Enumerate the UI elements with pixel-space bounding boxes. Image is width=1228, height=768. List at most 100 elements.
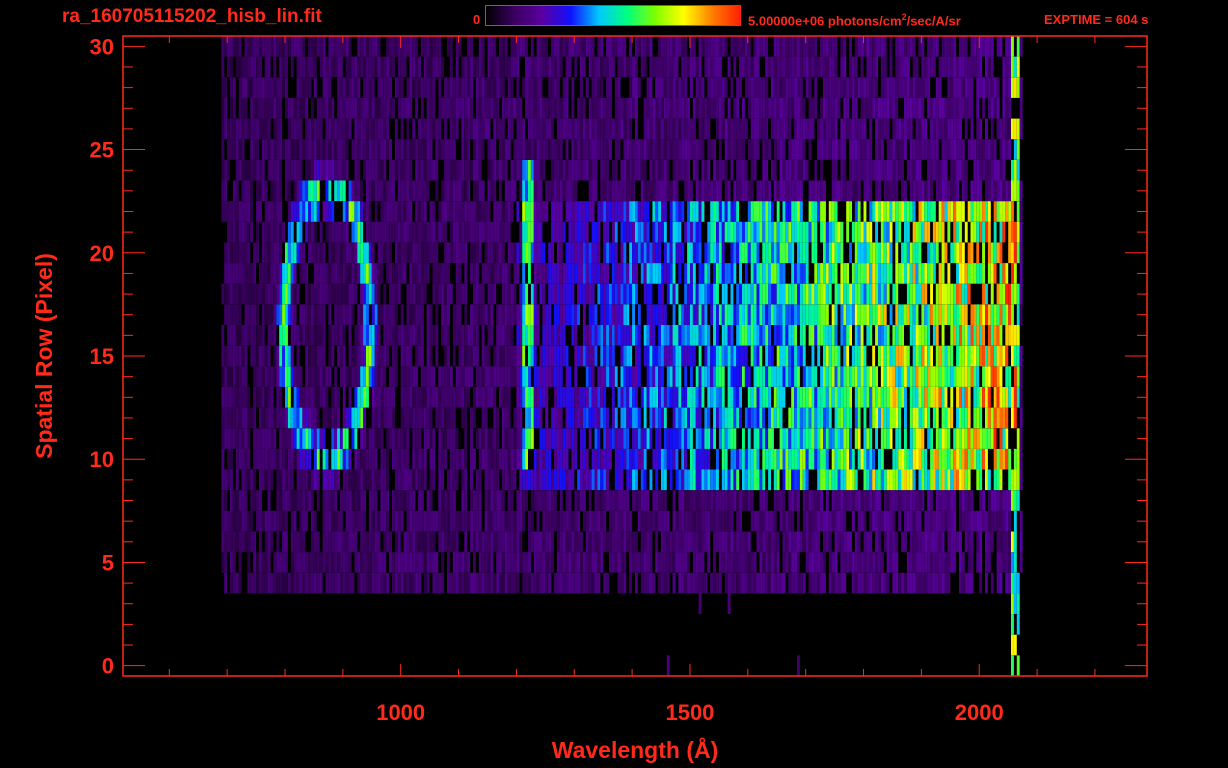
heatmap-cell (959, 572, 962, 594)
heatmap-cell (701, 325, 705, 346)
heatmap-cell (556, 634, 560, 656)
heatmap-cell (837, 510, 841, 532)
heatmap-cell (539, 552, 543, 573)
heatmap-cell (403, 490, 407, 511)
heatmap-cell (768, 325, 771, 346)
heatmap-cell (585, 572, 589, 594)
heatmap-cell (692, 490, 696, 511)
heatmap-cell (441, 634, 445, 656)
heatmap-cell (872, 387, 876, 408)
heatmap-cell (449, 614, 453, 635)
heatmap-cell (293, 614, 297, 635)
heatmap-cell (687, 572, 690, 594)
heatmap-cell (490, 614, 494, 635)
heatmap-cell (496, 201, 500, 222)
heatmap-cell (672, 221, 676, 243)
heatmap-cell (322, 304, 326, 325)
heatmap-cell (360, 593, 364, 614)
heatmap-cell (718, 490, 722, 511)
heatmap-cell (386, 531, 390, 553)
heatmap-cell (762, 387, 766, 408)
heatmap-cell (487, 221, 491, 243)
heatmap-cell (710, 387, 714, 408)
heatmap-cell (461, 572, 465, 594)
heatmap-cell (331, 510, 335, 532)
heatmap-cell (802, 407, 806, 429)
heatmap-cell (918, 510, 922, 532)
heatmap-cell (901, 448, 904, 470)
heatmap-cell (904, 572, 907, 594)
heatmap-cell (423, 593, 427, 614)
heatmap-cell (970, 263, 974, 284)
heatmap-cell (895, 221, 899, 243)
heatmap-cell (666, 325, 670, 346)
heatmap-cell (620, 572, 624, 594)
heatmap-cell (606, 448, 609, 470)
heatmap-cell (418, 614, 421, 635)
heatmap-cell (345, 366, 349, 387)
heatmap-cell (930, 345, 933, 367)
heatmap-cell (542, 345, 546, 367)
heatmap-cell (1013, 510, 1017, 532)
heatmap-cell (985, 531, 988, 553)
heatmap-cell (406, 387, 410, 408)
heatmap-cell (432, 593, 436, 614)
heatmap-cell (218, 490, 222, 511)
heatmap-cell (883, 510, 887, 532)
heatmap-cell (941, 469, 945, 491)
heatmap-cell (270, 304, 274, 325)
heatmap-cell (449, 221, 453, 243)
heatmap-cell (999, 283, 1003, 305)
heatmap-cell (290, 221, 294, 243)
heatmap-cell (987, 531, 991, 553)
heatmap-cell (392, 221, 395, 243)
heatmap-cell (588, 407, 592, 429)
heatmap-cell (259, 201, 262, 222)
heatmap-cell (542, 593, 546, 614)
heatmap-cell (973, 263, 977, 284)
heatmap-cell (415, 283, 419, 305)
heatmap-cell (293, 263, 297, 284)
heatmap-cell (325, 490, 329, 511)
heatmap-cell (805, 552, 809, 573)
heatmap-cell (713, 531, 716, 553)
heatmap-cell (814, 428, 818, 449)
heatmap-cell (510, 448, 514, 470)
heatmap-cell (603, 201, 607, 222)
heatmap-cell (704, 428, 708, 449)
heatmap-cell (930, 242, 933, 264)
heatmap-cell (490, 263, 494, 284)
heatmap-cell (956, 263, 959, 284)
heatmap-cell (577, 387, 580, 408)
spectrum-plot: 1000 1500 2000051015202530 Wavelength (Å) … (31, 34, 1148, 763)
heatmap-cell (415, 614, 419, 635)
heatmap-cell (724, 283, 728, 305)
heatmap-cell (516, 490, 520, 511)
heatmap-cell (238, 366, 242, 387)
heatmap-cell (927, 221, 931, 243)
heatmap-cell (507, 428, 511, 449)
heatmap-cell (915, 325, 919, 346)
heatmap-cell (366, 387, 369, 408)
heatmap-cell (435, 593, 439, 614)
heatmap-cell (447, 201, 450, 222)
heatmap-cell (739, 552, 742, 573)
heatmap-cell (392, 552, 395, 573)
heatmap-cell (432, 387, 436, 408)
heatmap-cell (794, 428, 797, 449)
heatmap-cell (218, 552, 222, 573)
heatmap-cell (227, 304, 230, 325)
heatmap-cell (394, 614, 398, 635)
heatmap-cell (490, 510, 494, 532)
heatmap-cell (707, 366, 711, 387)
heatmap-cell (394, 593, 398, 614)
heatmap-cell (536, 552, 540, 573)
heatmap-cell (232, 634, 236, 656)
heatmap-cell (788, 448, 792, 470)
heatmap-cell (727, 345, 731, 367)
heatmap-cell (299, 428, 303, 449)
heatmap-cell (510, 510, 514, 532)
heatmap-cell (875, 510, 878, 532)
heatmap-cell (519, 552, 523, 573)
heatmap-cell (409, 531, 413, 553)
